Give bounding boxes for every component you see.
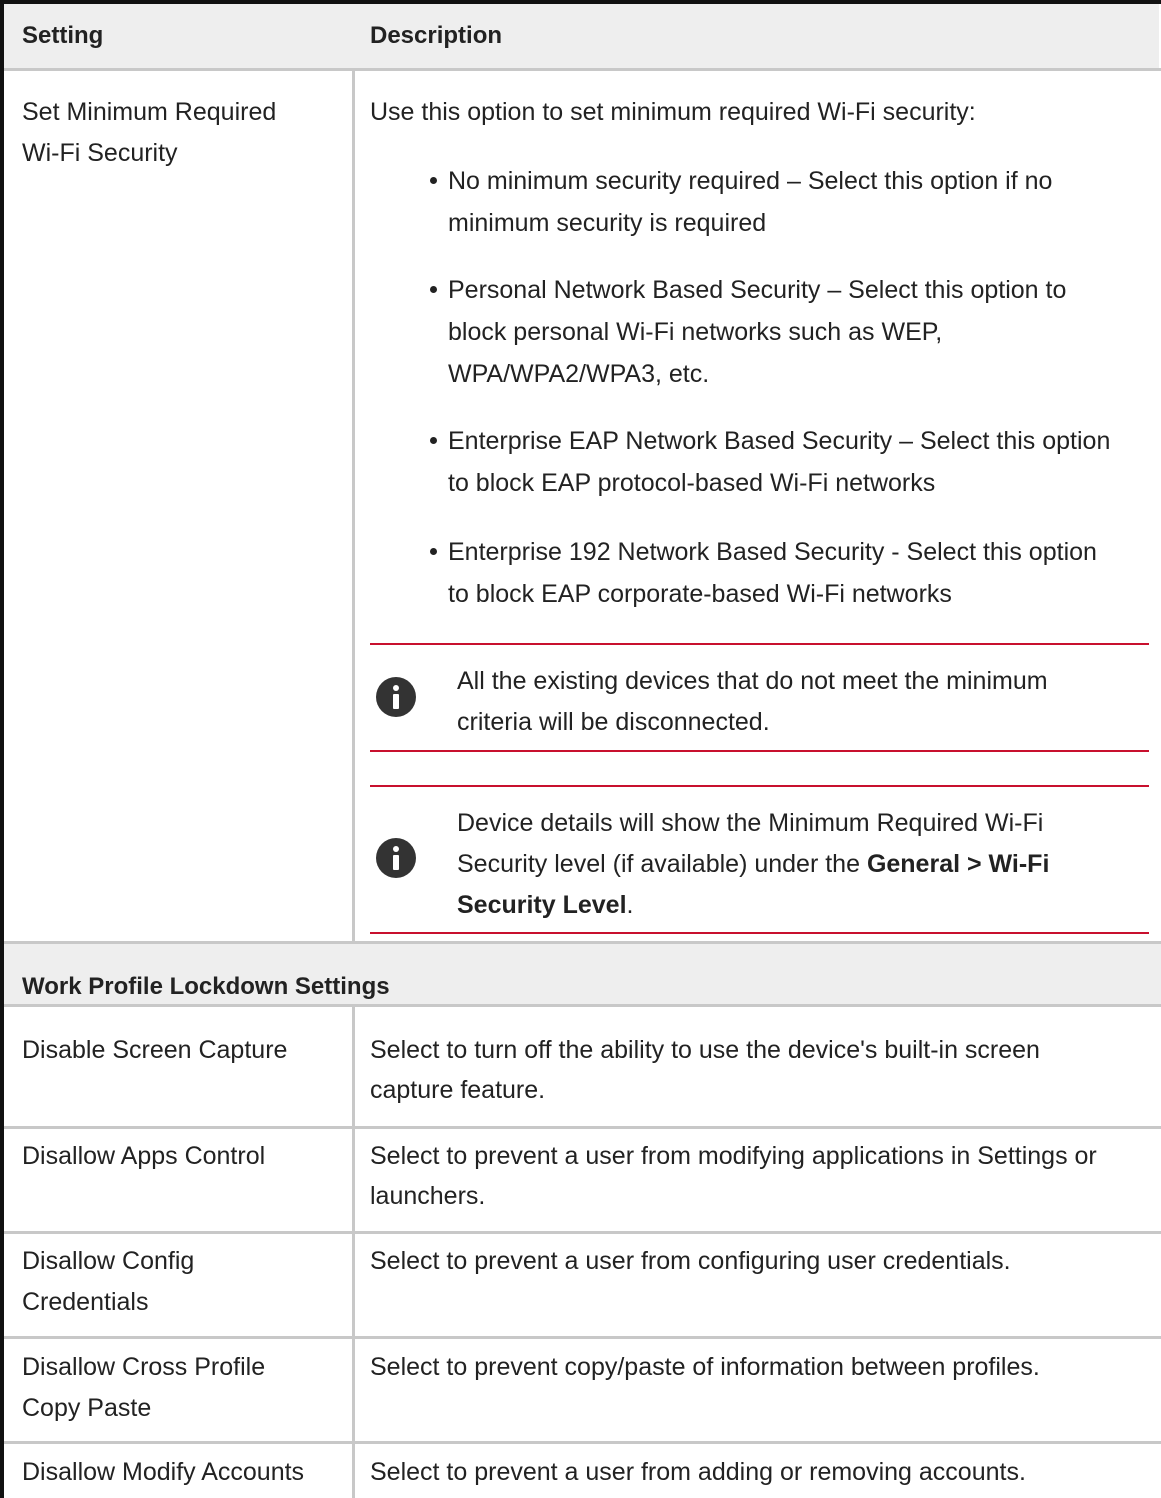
section-title: Work Profile Lockdown Settings [22,973,390,1000]
setting-name: Disallow Apps Control [22,1142,266,1170]
setting-description: Select to prevent a user from configurin… [370,1247,1011,1275]
bullet-icon [430,548,437,555]
setting-description: Select to turn off the ability to use th… [370,1036,1040,1064]
bullet-icon [430,177,437,184]
info-icon [376,838,416,878]
row-divider [4,1441,1161,1444]
row-divider [4,1126,1161,1129]
setting-name: Disallow Config [22,1247,195,1275]
row-divider [4,1004,1161,1007]
note-bottom-rule [370,932,1149,934]
section-header-row: Work Profile Lockdown Settings [4,944,1161,1004]
setting-name: Disable Screen Capture [22,1036,288,1064]
setting-description: launchers. [370,1182,486,1210]
setting-description: capture feature. [370,1076,546,1104]
note-bottom-rule [370,750,1149,752]
setting-name: Credentials [22,1288,149,1316]
setting-name: Wi-Fi Security [22,139,178,167]
note-text: All the existing devices that do not mee… [457,667,1048,695]
column-divider [352,1004,355,1498]
setting-name: Copy Paste [22,1394,152,1422]
setting-name: Disallow Modify Accounts [22,1458,305,1486]
bullet-icon [430,286,437,293]
note-top-rule [370,785,1149,787]
column-divider [352,68,355,941]
setting-name: Set Minimum Required [22,98,277,126]
setting-description: Select to prevent a user from adding or … [370,1458,1026,1486]
setting-description: Select to prevent a user from modifying … [370,1142,1097,1170]
setting-name: Disallow Cross Profile [22,1353,266,1381]
note-text: Security Level. [457,891,634,919]
table-top-edge [0,0,1161,4]
setting-description: Select to prevent copy/paste of informat… [370,1353,1040,1381]
header-setting: Setting [22,22,104,49]
row-divider [4,1231,1161,1234]
note-text: Device details will show the Minimum Req… [457,809,1044,837]
table-header-row: Setting Description [4,4,1159,68]
row-divider [4,68,1161,71]
note-text: Security level (if available) under the … [457,850,1050,878]
bullet-icon [430,437,437,444]
info-icon [376,677,416,717]
row-divider [4,1336,1161,1339]
note-top-rule [370,643,1149,645]
table-left-edge [0,0,4,1498]
note-text: criteria will be disconnected. [457,708,770,736]
setting-description: Use this option to set minimum required … [370,98,976,126]
header-description: Description [370,22,503,49]
